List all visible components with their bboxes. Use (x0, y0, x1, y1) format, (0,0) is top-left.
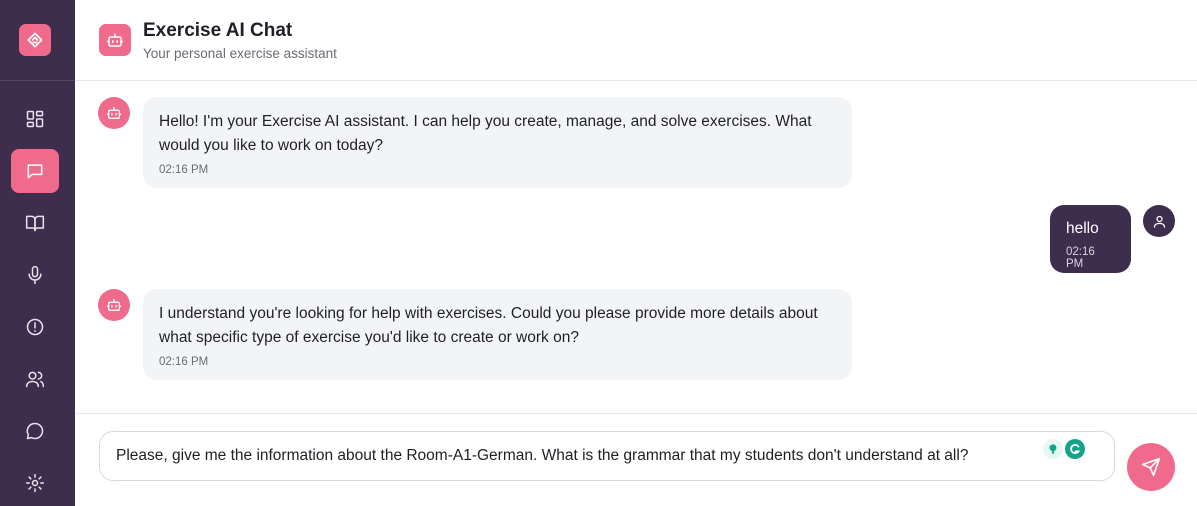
bot-icon (106, 33, 124, 47)
sidebar-item-settings[interactable] (11, 461, 59, 505)
message-text: Hello! I'm your Exercise AI assistant. I… (159, 113, 812, 154)
book-icon (25, 215, 45, 232)
message-input-value: Please, give me the information about th… (116, 447, 969, 464)
message-time: 02:16 PM (159, 164, 209, 176)
microphone-icon (28, 265, 42, 285)
message-composer: Please, give me the information about th… (75, 413, 1197, 506)
bulb-icon[interactable] (1043, 439, 1063, 459)
chat-header: Exercise AI Chat Your personal exercise … (75, 0, 1197, 81)
message-circle-icon (26, 422, 44, 440)
assistant-avatar (98, 289, 130, 321)
assistant-message: Hello! I'm your Exercise AI assistant. I… (143, 97, 852, 188)
dashboard-icon (26, 110, 44, 128)
message-text: hello (1066, 220, 1099, 237)
user-icon (1153, 215, 1165, 228)
alert-circle-icon (26, 318, 44, 336)
send-icon (1141, 457, 1161, 477)
user-avatar (1143, 205, 1175, 237)
sidebar-item-voice[interactable] (11, 253, 59, 297)
sidebar (0, 0, 75, 506)
message-time: 02:16 PM (1066, 246, 1095, 270)
grammarly-icon[interactable] (1065, 439, 1085, 459)
app-logo[interactable] (19, 24, 51, 56)
assistant-avatar (98, 97, 130, 129)
bot-icon (106, 299, 122, 311)
message-text: I understand you're looking for help wit… (159, 305, 818, 346)
send-button[interactable] (1127, 443, 1175, 491)
page-title: Exercise AI Chat (143, 20, 293, 41)
grammar-assistant[interactable] (1043, 439, 1085, 459)
chat-icon (27, 164, 43, 179)
sidebar-divider (0, 80, 75, 81)
bot-badge (99, 24, 131, 56)
bot-icon (106, 107, 122, 119)
page-subtitle: Your personal exercise assistant (143, 46, 337, 61)
sidebar-item-library[interactable] (11, 201, 59, 245)
settings-icon (25, 473, 45, 493)
assistant-message: I understand you're looking for help wit… (143, 289, 852, 380)
sidebar-item-chat[interactable] (11, 149, 59, 193)
sidebar-item-users[interactable] (11, 357, 59, 401)
sidebar-item-messages[interactable] (11, 409, 59, 453)
user-message: hello 02:16 PM (1050, 205, 1131, 273)
logo-icon (27, 32, 43, 48)
users-icon (25, 371, 45, 388)
message-input[interactable]: Please, give me the information about th… (99, 431, 1115, 481)
sidebar-item-alerts[interactable] (11, 305, 59, 349)
sidebar-item-dashboard[interactable] (11, 97, 59, 141)
message-time: 02:16 PM (159, 356, 209, 368)
